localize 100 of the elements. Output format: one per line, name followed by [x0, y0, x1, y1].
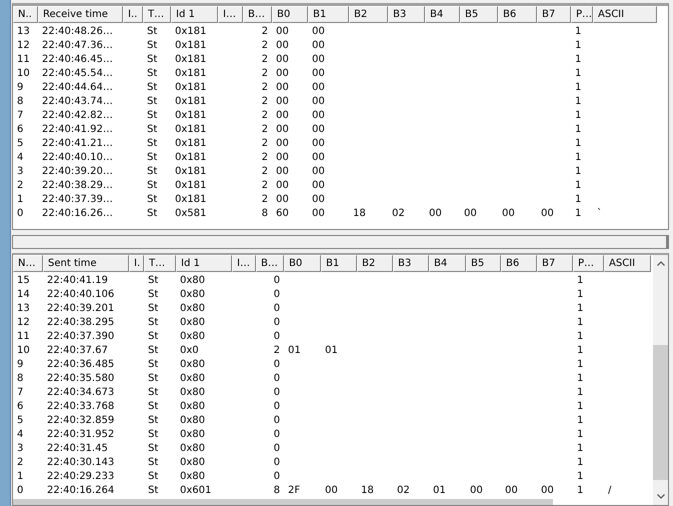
- table-cell-text: 1: [576, 386, 584, 400]
- column-header[interactable]: ASCII: [604, 255, 651, 272]
- table-cell-text: 1: [576, 414, 584, 428]
- scrollbar-thumb[interactable]: [653, 345, 668, 480]
- column-header[interactable]: B6: [498, 6, 537, 23]
- table-cell-text: 1: [574, 25, 582, 39]
- table-cell-text: St: [146, 81, 158, 95]
- table-cell-text: St: [147, 330, 160, 344]
- column-header[interactable]: B4: [429, 255, 466, 272]
- table-cell-text: 1: [576, 484, 584, 498]
- table-cell-text: 01: [287, 344, 302, 358]
- table-cell-text: 2: [260, 151, 269, 165]
- column-header[interactable]: I…: [218, 6, 243, 23]
- table-cell-text: 2: [16, 179, 24, 193]
- table-cell-text: 00: [463, 207, 478, 221]
- column-header[interactable]: Sent time: [43, 255, 129, 272]
- table-cell-text: St: [147, 386, 160, 400]
- table-cell-text: 00: [275, 193, 290, 207]
- column-header[interactable]: T…: [143, 6, 171, 23]
- table-cell-text: 1: [16, 470, 24, 484]
- table-cell-text: 1: [574, 39, 582, 53]
- table-cell-text: 0x181: [174, 25, 208, 39]
- column-header[interactable]: ASCII: [593, 6, 657, 23]
- table-cell-text: St: [147, 344, 160, 358]
- column-header[interactable]: B7: [537, 255, 573, 272]
- column-header[interactable]: B…: [243, 6, 272, 23]
- table-cell-text: 2: [260, 165, 269, 179]
- table-cell-text: 0: [272, 302, 281, 316]
- table-cell-text: 01: [432, 484, 447, 498]
- table-cell-text: 00: [311, 25, 326, 39]
- column-header[interactable]: T…: [144, 255, 176, 272]
- table-cell-text: 00: [311, 165, 326, 179]
- column-header[interactable]: B1: [321, 255, 357, 272]
- table-cell-text: 22:40:39.20…: [41, 165, 114, 179]
- scroll-up-icon[interactable]: [656, 261, 664, 266]
- table-cell-text: 0x80: [179, 330, 206, 344]
- horizontal-scrollbar[interactable]: [13, 499, 553, 505]
- column-header[interactable]: N..: [13, 6, 38, 23]
- table-cell-text: 00: [275, 81, 290, 95]
- table-cell-text: 00: [311, 95, 326, 109]
- column-header[interactable]: I…: [232, 255, 256, 272]
- table-cell-text: 1: [576, 288, 584, 302]
- table-cell-text: 1: [576, 274, 584, 288]
- table-cell-text: 22:40:41.92…: [41, 123, 114, 137]
- column-header[interactable]: P…: [571, 6, 593, 23]
- table-cell-text: 02: [391, 207, 406, 221]
- table-cell-text: 22:40:29.233: [46, 470, 116, 484]
- table-cell-text: 10: [16, 344, 31, 358]
- table-cell-text: 60: [275, 207, 290, 221]
- table-cell-text: 1: [574, 193, 582, 207]
- table-cell-text: 00: [311, 151, 326, 165]
- column-header[interactable]: Id 1: [171, 6, 218, 23]
- table-cell-text: 22:40:42.82…: [41, 109, 114, 123]
- column-header[interactable]: B3: [393, 255, 429, 272]
- table-cell-text: 22:40:38.29…: [41, 179, 114, 193]
- table-cell-text: 0x181: [174, 193, 208, 207]
- table-cell-text: 4: [16, 428, 24, 442]
- column-header[interactable]: B5: [460, 6, 498, 23]
- scroll-down-icon[interactable]: [656, 494, 664, 499]
- table-cell-text: 6: [16, 400, 24, 414]
- table-cell-text: 2: [260, 53, 269, 67]
- table-cell-text: St: [147, 442, 160, 456]
- table-cell-text: 22:40:31.45: [46, 442, 109, 456]
- table-cell-text: 0x80: [179, 442, 206, 456]
- table-cell-text: 2: [260, 123, 269, 137]
- table-cell-text: 22:40:41.19: [46, 274, 109, 288]
- column-header[interactable]: B3: [388, 6, 425, 23]
- column-header[interactable]: I.: [129, 255, 144, 272]
- table-cell-text: 00: [311, 123, 326, 137]
- column-header[interactable]: Receive time: [38, 6, 123, 23]
- table-cell-text: St: [146, 123, 158, 137]
- table-cell-text: 1: [16, 193, 24, 207]
- table-cell-text: 0x80: [179, 288, 206, 302]
- table-cell-text: St: [146, 95, 158, 109]
- table-cell-text: 1: [576, 330, 584, 344]
- column-header[interactable]: B6: [501, 255, 537, 272]
- column-header[interactable]: Id 1: [176, 255, 232, 272]
- column-header[interactable]: B7: [537, 6, 571, 23]
- table-cell-text: 0x181: [174, 123, 208, 137]
- table-cell-text: 00: [275, 151, 290, 165]
- column-header[interactable]: B0: [272, 6, 308, 23]
- table-cell-text: 00: [501, 207, 516, 221]
- column-header[interactable]: N…: [13, 255, 43, 272]
- table-cell-text: 00: [311, 137, 326, 151]
- column-header[interactable]: B5: [466, 255, 501, 272]
- column-header[interactable]: B0: [284, 255, 321, 272]
- table-cell-text: 0: [272, 274, 281, 288]
- column-header[interactable]: B…: [256, 255, 284, 272]
- table-cell-text: 11: [16, 53, 31, 67]
- column-header[interactable]: B4: [425, 6, 460, 23]
- column-header[interactable]: B2: [357, 255, 393, 272]
- column-header[interactable]: B2: [349, 6, 388, 23]
- table-cell-text: 2: [260, 179, 269, 193]
- table-cell-text: 22:40:40.106: [46, 288, 116, 302]
- table-cell-text: 22:40:35.580: [46, 372, 116, 386]
- column-header[interactable]: B1: [308, 6, 349, 23]
- vertical-scrollbar[interactable]: [653, 255, 668, 505]
- column-header[interactable]: I..: [123, 6, 143, 23]
- splitter-bar[interactable]: [12, 235, 669, 249]
- column-header[interactable]: P…: [573, 255, 604, 272]
